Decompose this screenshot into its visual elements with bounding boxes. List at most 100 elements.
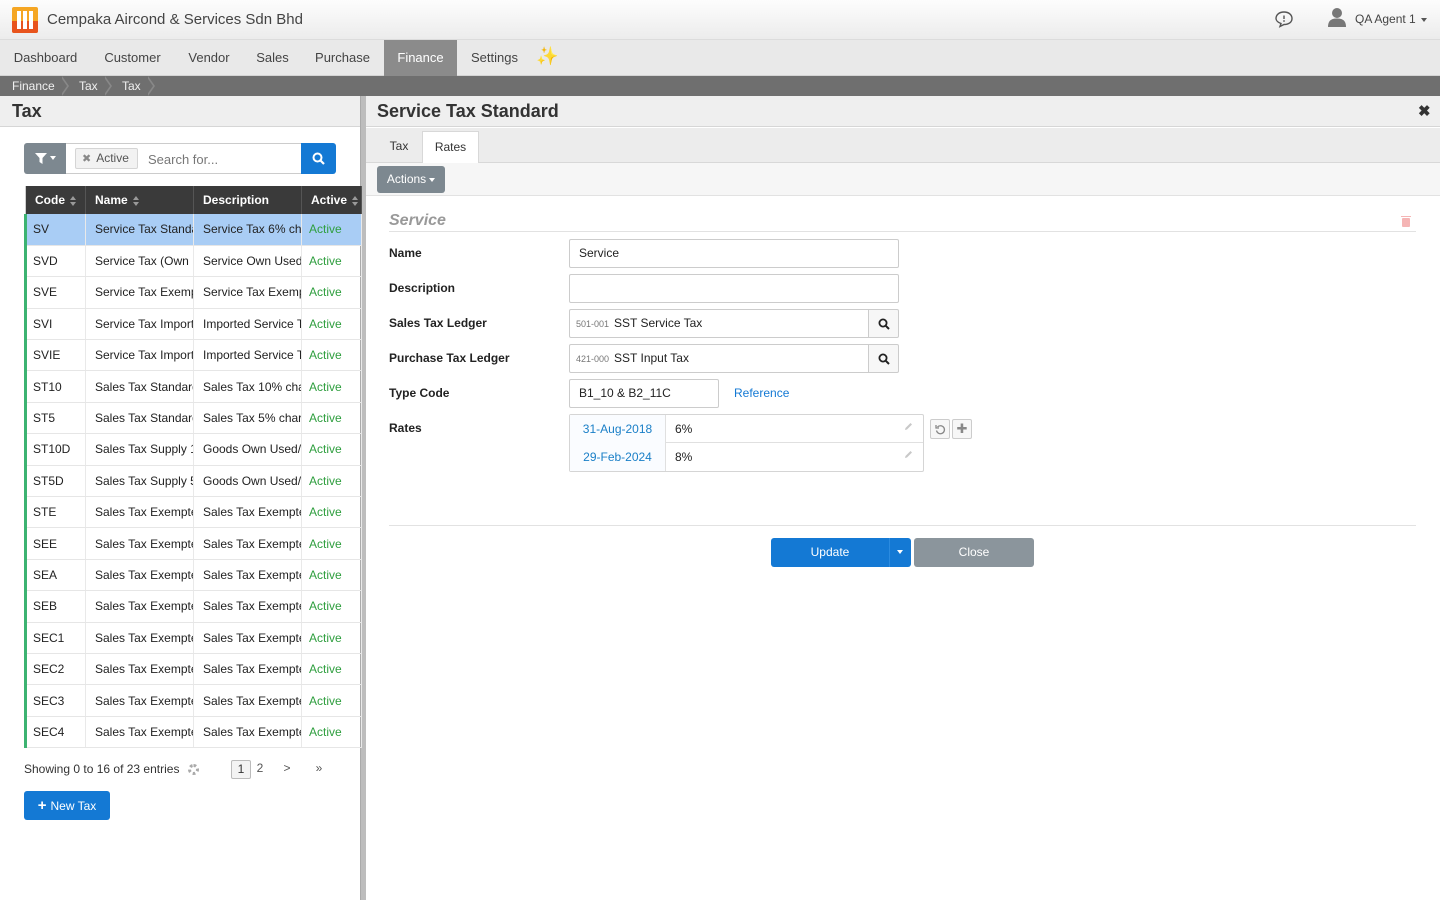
breadcrumb-finance[interactable]: Finance: [12, 76, 55, 96]
table-row[interactable]: SVEService Tax ExemptedService Tax Exemp…: [24, 276, 362, 309]
description-input[interactable]: [569, 274, 899, 303]
name-input[interactable]: Service: [569, 239, 899, 268]
update-dropdown-toggle[interactable]: [889, 538, 911, 567]
search-button[interactable]: [301, 143, 336, 174]
add-rate-button[interactable]: ✚: [952, 419, 972, 439]
user-avatar-icon[interactable]: [1326, 6, 1348, 28]
app-header: Cempaka Aircond & Services Sdn Bhd QA Ag…: [0, 0, 1440, 40]
cell-description: Sales Tax 5% charged: [193, 402, 302, 435]
sparkle-icon[interactable]: ✨: [536, 46, 558, 67]
tab-rates[interactable]: Rates: [422, 131, 479, 163]
reset-rates-button[interactable]: [930, 419, 950, 439]
close-button[interactable]: Close: [914, 538, 1034, 567]
cell-status: Active: [301, 559, 362, 592]
description-label: Description: [389, 281, 456, 295]
actions-button[interactable]: Actions: [377, 166, 445, 193]
table-row[interactable]: STE Sales Tax Exempted Sales Tax Exempted A…: [24, 496, 362, 529]
table-row[interactable]: ST10DSales Tax Supply 10%Goods Own Used/…: [24, 433, 362, 466]
column-header-code[interactable]: Code: [25, 186, 86, 214]
sales-tax-ledger-input[interactable]: 501-001 SST Service Tax: [569, 309, 869, 338]
column-header-description[interactable]: Description: [193, 186, 302, 214]
trash-icon[interactable]: [1401, 216, 1411, 227]
table-row[interactable]: SEB Sales Tax Exempted Sales Tax Exempted A…: [24, 590, 362, 623]
table-row[interactable]: SEA Sales Tax Exempted Sales Tax Exempted A…: [24, 559, 362, 592]
page-next[interactable]: >: [280, 760, 294, 779]
nav-settings[interactable]: Settings: [457, 40, 532, 76]
cell-name: Sales Tax Exempted: [85, 653, 194, 686]
column-header-active[interactable]: Active: [301, 186, 362, 214]
chat-icon[interactable]: [1274, 10, 1294, 28]
column-header-label: Active: [311, 193, 348, 207]
purchase-tax-ledger-label: Purchase Tax Ledger: [389, 351, 510, 365]
cell-status: Active: [301, 214, 362, 246]
page-2[interactable]: 2: [253, 760, 267, 779]
breadcrumb-tax[interactable]: Tax: [79, 76, 98, 96]
nav-customer[interactable]: Customer: [91, 40, 174, 76]
cell-name: Sales Tax Exempted: [85, 496, 194, 529]
table-row[interactable]: SEC3 Sales Tax Exempted Sales Tax Exempted…: [24, 684, 362, 717]
cell-code: ST10D: [24, 433, 86, 466]
close-icon[interactable]: ✖: [82, 153, 91, 165]
cell-description: Sales Tax 10% charged: [193, 370, 302, 403]
page-last[interactable]: »: [312, 760, 326, 779]
cell-description: Service Tax 6% charged: [193, 214, 302, 246]
table-row[interactable]: ST10Sales Tax Standard 10%Sales Tax 10% …: [24, 370, 362, 403]
tab-tax[interactable]: Tax: [377, 131, 421, 163]
user-menu[interactable]: QA Agent 1: [1355, 12, 1427, 26]
pencil-icon[interactable]: [904, 422, 913, 431]
gear-icon[interactable]: [188, 764, 199, 775]
cell-name: Sales Tax Supply 10%: [85, 433, 194, 466]
close-icon[interactable]: ✖: [1418, 102, 1431, 120]
type-code-input[interactable]: B1_10 & B2_11C: [569, 379, 719, 408]
cell-description: Sales Tax Exempted: [193, 559, 302, 592]
new-tax-button[interactable]: + New Tax: [24, 791, 110, 820]
cell-status: Active: [301, 684, 362, 717]
nav-dashboard[interactable]: Dashboard: [0, 40, 91, 76]
column-header-label: Description: [203, 193, 270, 207]
table-row[interactable]: ST5DSales Tax Supply 5%Goods Own Used/Di…: [24, 465, 362, 498]
sort-icon: [352, 195, 359, 206]
search-input[interactable]: [148, 149, 296, 169]
purchase-tax-ledger-input[interactable]: 421-000 SST Input Tax: [569, 344, 869, 373]
cell-status: Active: [301, 465, 362, 498]
table-row[interactable]: SEC1 Sales Tax Exempted Sales Tax Exempted…: [24, 622, 362, 654]
reference-link[interactable]: Reference: [734, 386, 789, 400]
cell-description: Sales Tax Exempted: [193, 590, 302, 623]
nav-finance[interactable]: Finance: [384, 40, 457, 76]
section-divider: [389, 231, 1416, 232]
page-1[interactable]: 1: [231, 760, 251, 779]
rate-row: 29-Feb-2024 8%: [570, 443, 923, 471]
table-row[interactable]: SVDService Tax (Own Used)Service Own Use…: [24, 245, 362, 278]
table-row[interactable]: SVIEService Tax Imported ExemptImported …: [24, 339, 362, 372]
breadcrumb-separator-icon: [103, 76, 112, 96]
table-row[interactable]: SEC4 Sales Tax Exempted Sales Tax Exempted…: [24, 716, 362, 749]
rate-date[interactable]: 29-Feb-2024: [570, 443, 666, 471]
column-header-name[interactable]: Name: [85, 186, 194, 214]
purchase-ledger-search-button[interactable]: [868, 344, 899, 373]
update-button[interactable]: Update: [771, 538, 911, 567]
sales-ledger-search-button[interactable]: [868, 309, 899, 338]
rate-date[interactable]: 31-Aug-2018: [570, 415, 666, 443]
cell-name: Sales Tax Supply 5%: [85, 465, 194, 498]
filter-button[interactable]: [24, 143, 66, 174]
cell-status: Active: [301, 527, 362, 560]
cell-code: SEC1: [24, 622, 86, 654]
table-row[interactable]: SEC2 Sales Tax Exempted Sales Tax Exempted…: [24, 653, 362, 686]
cell-name: Service Tax Exempted: [85, 276, 194, 309]
cell-status: Active: [301, 622, 362, 654]
table-row[interactable]: SEE Sales Tax Exempted Sales Tax Exempted A…: [24, 527, 362, 560]
company-logo: [12, 7, 38, 33]
breadcrumb-tax-current[interactable]: Tax: [122, 76, 141, 96]
nav-purchase[interactable]: Purchase: [301, 40, 384, 76]
pencil-icon[interactable]: [904, 450, 913, 459]
search-icon: [878, 353, 890, 365]
table-header-row: Code Name Description Active: [25, 186, 362, 214]
ledger-code: 421-000: [576, 354, 610, 364]
nav-sales[interactable]: Sales: [244, 40, 301, 76]
table-row[interactable]: ST5Sales Tax Standard 5%Sales Tax 5% cha…: [24, 402, 362, 435]
nav-vendor[interactable]: Vendor: [174, 40, 244, 76]
table-row[interactable]: SVIService Tax ImportedImported Service …: [24, 308, 362, 341]
breadcrumb: Finance Tax Tax: [0, 76, 1440, 96]
filter-tag-active[interactable]: ✖ Active: [75, 148, 138, 169]
table-row[interactable]: SVService Tax StandardService Tax 6% cha…: [24, 214, 362, 246]
